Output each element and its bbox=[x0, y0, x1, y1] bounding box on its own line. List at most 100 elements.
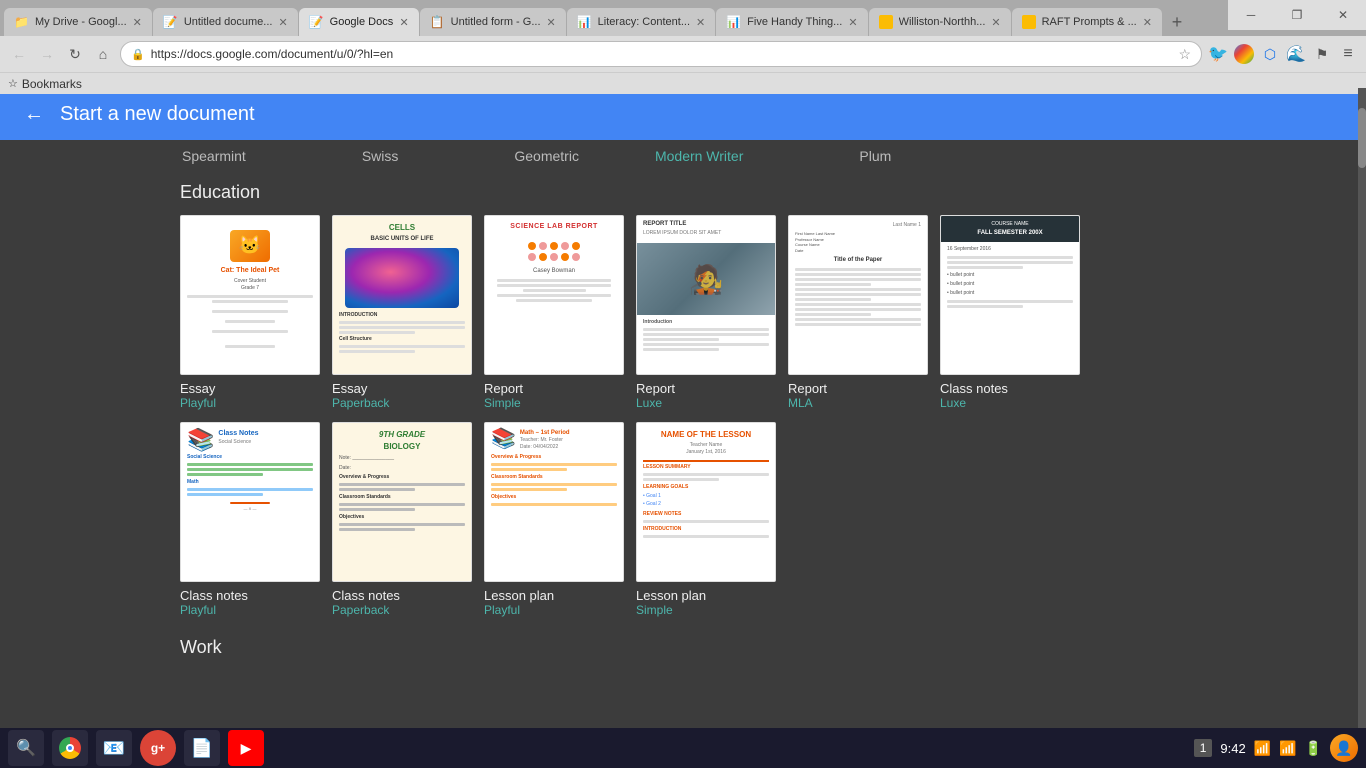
network-icon: 📶 bbox=[1254, 740, 1271, 757]
tab-close-icon-6[interactable]: ✕ bbox=[848, 16, 857, 29]
tab-untitled-form[interactable]: 📋 Untitled form - G... ✕ bbox=[420, 8, 566, 36]
williston-favicon bbox=[879, 15, 893, 29]
window-controls: ─ ❐ ✕ bbox=[1228, 0, 1366, 30]
report-mla-thumb[interactable]: Last Name 1 First Name Last Name Profess… bbox=[788, 215, 928, 375]
close-button[interactable]: ✕ bbox=[1320, 0, 1366, 30]
tab-williston[interactable]: Williston-Northh... ✕ bbox=[869, 8, 1011, 36]
report-simple-sub: Simple bbox=[484, 396, 521, 410]
template-report-simple[interactable]: SCIENCE LAB REPORT bbox=[484, 215, 624, 410]
template-report-luxe[interactable]: REPORT TITLE LOREM IPSUM DOLOR SIT AMET … bbox=[636, 215, 776, 410]
template-lesson-playful[interactable]: 📚 Math – 1st Period Teacher: Mr. FosterD… bbox=[484, 422, 624, 617]
essay-playful-sub: Playful bbox=[180, 396, 216, 410]
bookmark-star-icon[interactable]: ☆ bbox=[1178, 46, 1191, 63]
tab-close-icon-5[interactable]: ✕ bbox=[696, 16, 705, 29]
forward-button[interactable]: → bbox=[36, 43, 58, 65]
bookmarks-star-icon: ☆ bbox=[8, 77, 18, 90]
tab-close-icon-3[interactable]: ✕ bbox=[399, 16, 408, 29]
cat-image: 🐱 bbox=[230, 230, 270, 262]
reload-button[interactable]: ↻ bbox=[64, 43, 86, 65]
lesson-playful-name: Lesson plan bbox=[484, 588, 554, 603]
google-icon[interactable] bbox=[1234, 44, 1254, 64]
template-essay-playful[interactable]: 🐱 Cat: The Ideal Pet Cover StudentGrade … bbox=[180, 215, 320, 410]
classnotes-luxe-thumb[interactable]: COURSE NAME FALL SEMESTER 200X 16 Septem… bbox=[940, 215, 1080, 375]
lesson-playful-sub: Playful bbox=[484, 603, 520, 617]
tab-close-icon-8[interactable]: ✕ bbox=[1143, 16, 1152, 29]
classnotes-playful-sub: Playful bbox=[180, 603, 216, 617]
tab-five-handy[interactable]: 📊 Five Handy Thing... ✕ bbox=[716, 8, 867, 36]
search-taskbar-button[interactable]: 🔍 bbox=[8, 730, 44, 766]
tab-close-icon-7[interactable]: ✕ bbox=[991, 16, 1000, 29]
extension-icon-1[interactable]: ⬡ bbox=[1260, 44, 1280, 64]
new-tab-button[interactable]: + bbox=[1163, 8, 1191, 36]
back-button[interactable]: ← bbox=[8, 43, 30, 65]
extension-icon-2[interactable]: 🌊 bbox=[1286, 44, 1306, 64]
classnotes-luxe-name: Class notes bbox=[940, 381, 1008, 396]
classnotes-paperback-name: Class notes bbox=[332, 588, 400, 603]
plum-label: Plum bbox=[857, 148, 893, 164]
spearmint-label: Spearmint bbox=[180, 148, 248, 164]
sheets-favicon: 📊 bbox=[577, 15, 592, 29]
gplus-taskbar-button[interactable]: g+ bbox=[140, 730, 176, 766]
essay-paperback-name: Essay bbox=[332, 381, 367, 396]
work-section-header: Work bbox=[0, 629, 1366, 670]
browser-actions: 🐦 ⬡ 🌊 ⚑ ≡ bbox=[1208, 44, 1358, 64]
back-button[interactable]: ← bbox=[24, 103, 44, 126]
bookmarks-label: Bookmarks bbox=[22, 77, 82, 91]
swiss-label: Swiss bbox=[360, 148, 401, 164]
browser-chrome: 📁 My Drive - Googl... ✕ 📝 Untitled docum… bbox=[0, 0, 1366, 88]
tab-raft[interactable]: RAFT Prompts & ... ✕ bbox=[1012, 8, 1162, 36]
lesson-playful-thumb[interactable]: 📚 Math – 1st Period Teacher: Mr. FosterD… bbox=[484, 422, 624, 582]
taskbar-right-area: 1 9:42 📶 📶 🔋 👤 bbox=[1194, 734, 1358, 762]
template-classnotes-playful[interactable]: 📚 Class Notes Social Science Social Scie… bbox=[180, 422, 320, 617]
template-classnotes-luxe[interactable]: COURSE NAME FALL SEMESTER 200X 16 Septem… bbox=[940, 215, 1080, 410]
twitter-icon[interactable]: 🐦 bbox=[1208, 44, 1228, 64]
report-simple-name: Report bbox=[484, 381, 523, 396]
tab-literacy[interactable]: 📊 Literacy: Content... ✕ bbox=[567, 8, 716, 36]
main-content: ← Start a new document Spearmint Swiss G… bbox=[0, 88, 1366, 728]
report-luxe-sub: Luxe bbox=[636, 396, 662, 410]
docs-favicon-3: 📝 bbox=[309, 15, 324, 29]
taskbar: 🔍 📧 g+ 📄 ▶ 1 9:42 📶 📶 🔋 👤 bbox=[0, 728, 1366, 768]
report-luxe-name: Report bbox=[636, 381, 675, 396]
taskbar-battery-num: 1 bbox=[1194, 739, 1213, 757]
address-text: https://docs.google.com/document/u/0/?hl… bbox=[151, 47, 1173, 61]
gmail-taskbar-button[interactable]: 📧 bbox=[96, 730, 132, 766]
template-essay-paperback[interactable]: CELLS BASIC UNITS OF LIFE INTRODUCTION C… bbox=[332, 215, 472, 410]
classnotes-luxe-sub: Luxe bbox=[940, 396, 966, 410]
classnotes-paperback-thumb[interactable]: 9TH GRADE BIOLOGY Note: _______________ … bbox=[332, 422, 472, 582]
drive-favicon: 📁 bbox=[14, 15, 29, 29]
classnotes-playful-thumb[interactable]: 📚 Class Notes Social Science Social Scie… bbox=[180, 422, 320, 582]
essay-playful-thumb[interactable]: 🐱 Cat: The Ideal Pet Cover StudentGrade … bbox=[180, 215, 320, 375]
report-luxe-thumb[interactable]: REPORT TITLE LOREM IPSUM DOLOR SIT AMET … bbox=[636, 215, 776, 375]
tab-untitled-doc[interactable]: 📝 Untitled docume... ✕ bbox=[153, 8, 298, 36]
browser-controls: ← → ↻ ⌂ 🔒 https://docs.google.com/docume… bbox=[0, 36, 1366, 72]
user-avatar[interactable]: 👤 bbox=[1330, 734, 1358, 762]
tab-my-drive[interactable]: 📁 My Drive - Googl... ✕ bbox=[4, 8, 152, 36]
modern-writer-label: Modern Writer bbox=[653, 148, 745, 164]
lesson-simple-name: Lesson plan bbox=[636, 588, 706, 603]
extension-icon-3[interactable]: ⚑ bbox=[1312, 44, 1332, 64]
tab-close-icon-4[interactable]: ✕ bbox=[547, 16, 556, 29]
tab-google-docs[interactable]: 📝 Google Docs ✕ bbox=[299, 8, 419, 36]
menu-button[interactable]: ≡ bbox=[1338, 44, 1358, 64]
tab-close-icon[interactable]: ✕ bbox=[133, 16, 142, 29]
home-button[interactable]: ⌂ bbox=[92, 43, 114, 65]
template-report-mla[interactable]: Last Name 1 First Name Last Name Profess… bbox=[788, 215, 928, 410]
essay-paperback-sub: Paperback bbox=[332, 396, 389, 410]
tab-close-icon-2[interactable]: ✕ bbox=[278, 16, 287, 29]
youtube-taskbar-button[interactable]: ▶ bbox=[228, 730, 264, 766]
chrome-taskbar-button[interactable] bbox=[52, 730, 88, 766]
restore-button[interactable]: ❐ bbox=[1274, 0, 1320, 30]
minimize-button[interactable]: ─ bbox=[1228, 0, 1274, 30]
scrollbar-thumb[interactable] bbox=[1358, 108, 1366, 168]
education-title: Education bbox=[180, 182, 260, 203]
content-scroll[interactable]: Spearmint Swiss Geometric Modern Writer … bbox=[0, 140, 1366, 728]
template-classnotes-paperback[interactable]: 9TH GRADE BIOLOGY Note: _______________ … bbox=[332, 422, 472, 617]
lesson-simple-thumb[interactable]: NAME OF THE LESSON Teacher NameJanuary 1… bbox=[636, 422, 776, 582]
template-lesson-simple[interactable]: NAME OF THE LESSON Teacher NameJanuary 1… bbox=[636, 422, 776, 617]
address-bar[interactable]: 🔒 https://docs.google.com/document/u/0/?… bbox=[120, 41, 1202, 67]
report-simple-thumb[interactable]: SCIENCE LAB REPORT bbox=[484, 215, 624, 375]
essay-paperback-thumb[interactable]: CELLS BASIC UNITS OF LIFE INTRODUCTION C… bbox=[332, 215, 472, 375]
scrollbar-track[interactable] bbox=[1358, 88, 1366, 728]
docs-taskbar-button[interactable]: 📄 bbox=[184, 730, 220, 766]
